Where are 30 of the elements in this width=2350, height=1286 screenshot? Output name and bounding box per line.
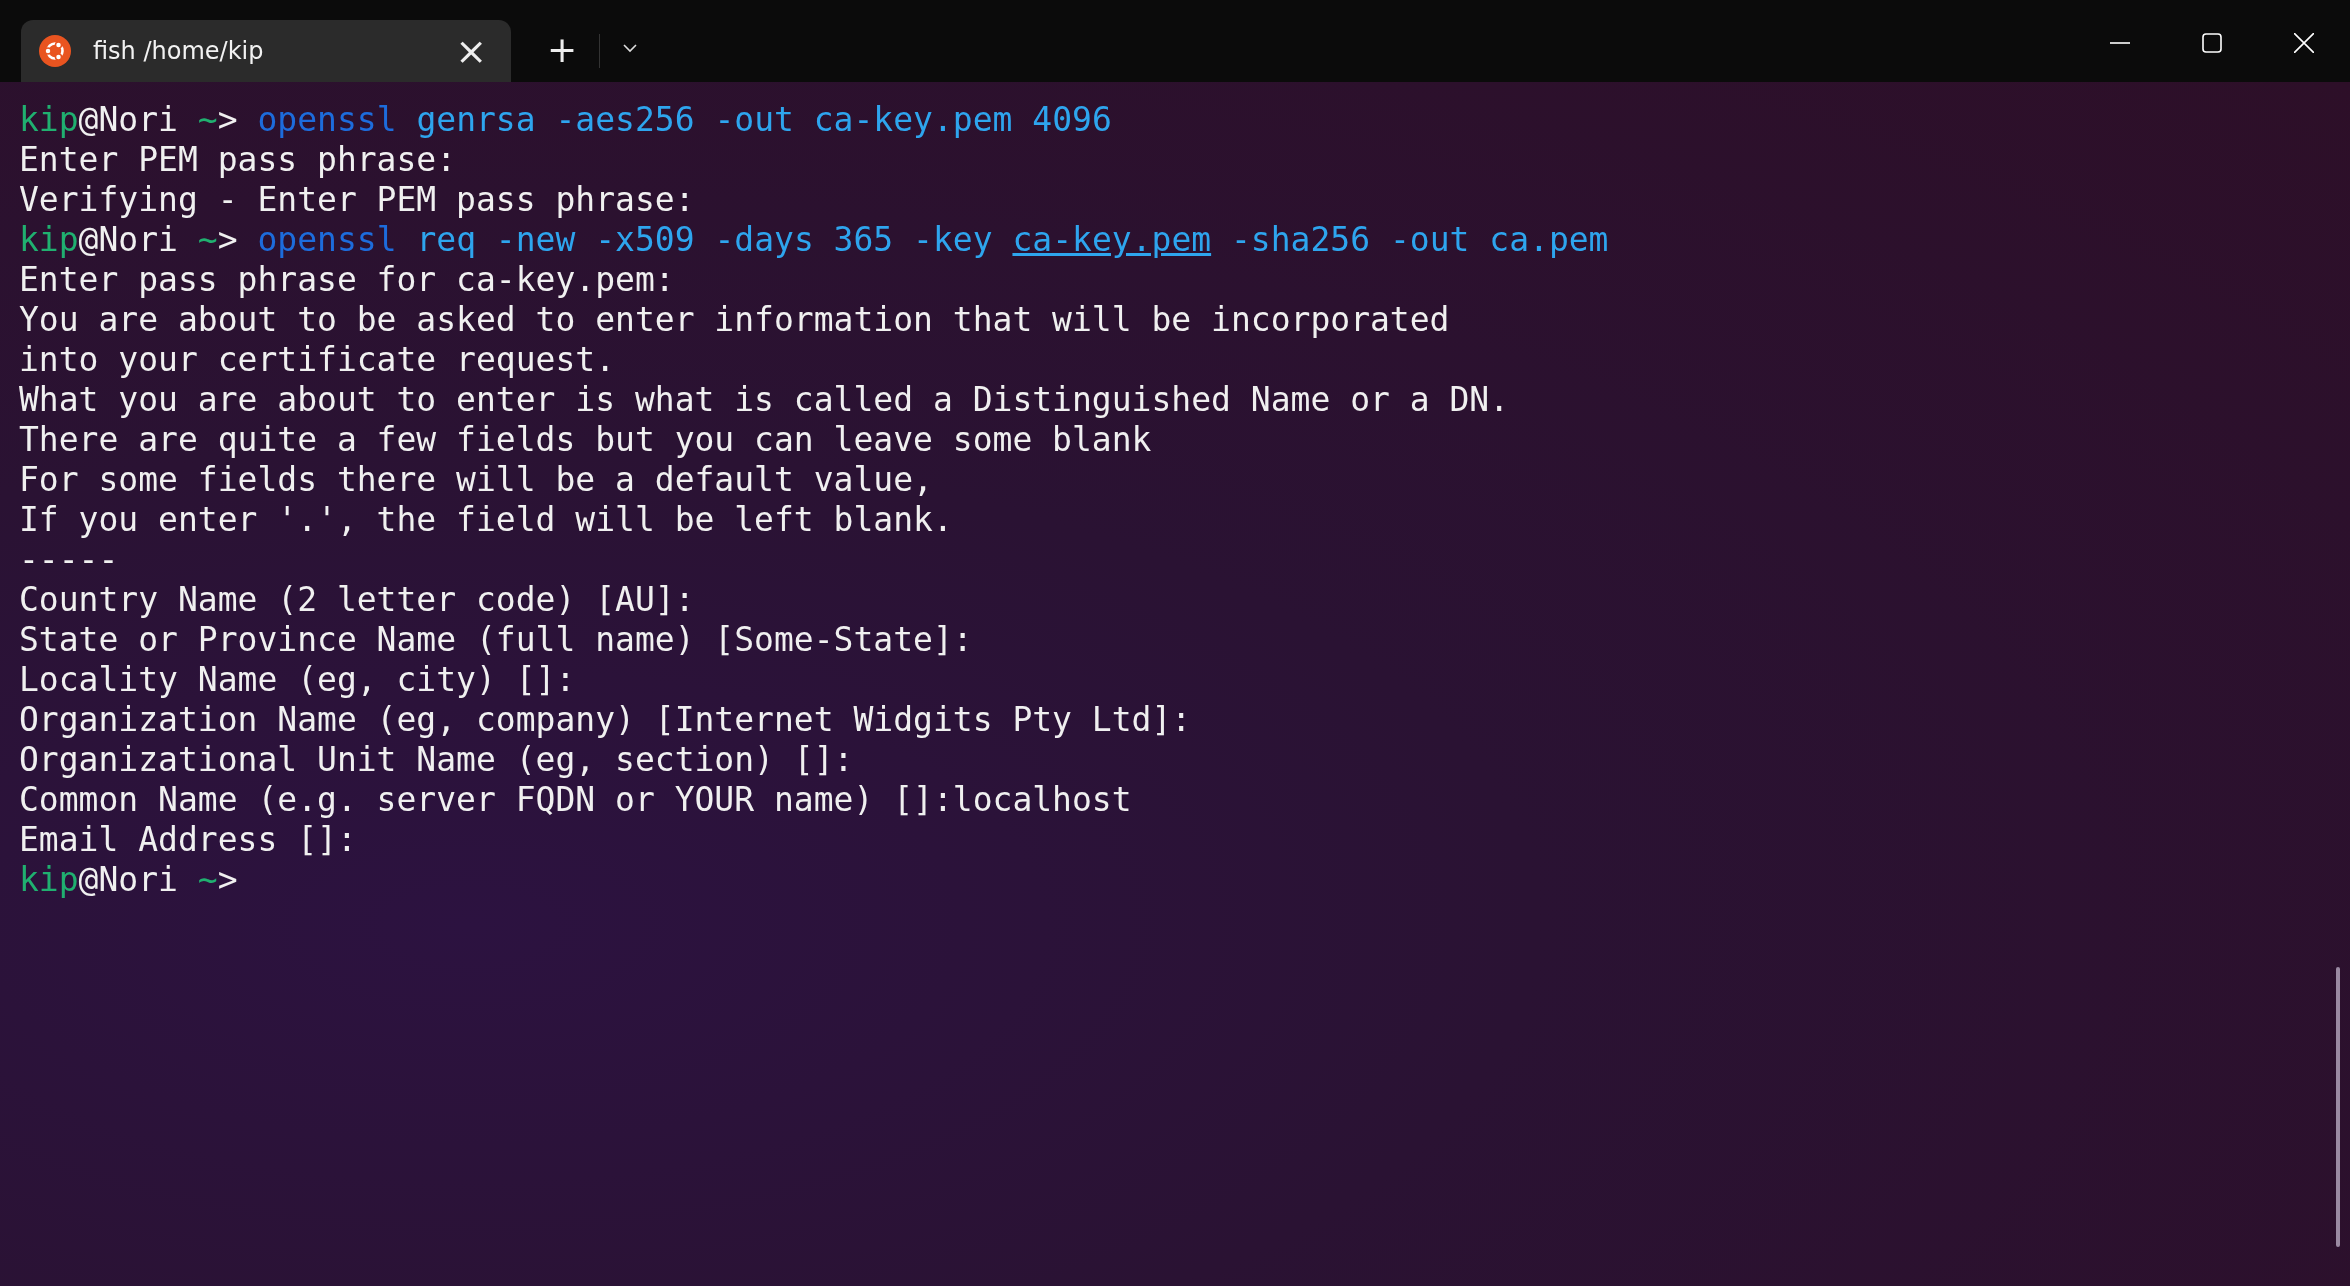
terminal-line: kip@Nori ~> openssl req -new -x509 -days 365 -key ca-key.pem -sha256 -out ca.pem (19, 220, 1609, 260)
file-link[interactable]: ca-key.pem (1012, 220, 1212, 259)
terminal-line: For some fields there will be a default value, (19, 460, 933, 500)
terminal-line: Country Name (2 letter code) [AU]: (19, 580, 695, 620)
terminal-line: Enter PEM pass phrase: (19, 140, 457, 180)
scrollbar-thumb[interactable] (2336, 967, 2340, 1247)
terminal-line: Locality Name (eg, city) []: (19, 660, 576, 700)
close-tab-button[interactable]: × (449, 32, 493, 70)
terminal-line: Email Address []: (19, 820, 357, 860)
terminal-line: There are quite a few fields but you can leave some blank (19, 420, 1152, 460)
terminal-line: Organizational Unit Name (eg, section) []: (19, 740, 854, 780)
terminal-line: State or Province Name (full name) [Some-State]: (19, 620, 973, 660)
terminal-line: into your certificate request. (19, 340, 616, 380)
terminal-line: Common Name (e.g. server FQDN or YOUR name) []:localhost (19, 780, 1132, 820)
terminal-line: Enter pass phrase for ca-key.pem: (19, 260, 675, 300)
terminal-line: If you enter '.', the field will be left blank. (19, 500, 953, 540)
new-tab-button[interactable]: + (535, 29, 590, 70)
terminal-line: Verifying - Enter PEM pass phrase: (19, 180, 695, 220)
maximize-icon (2202, 33, 2222, 53)
ubuntu-logo-icon (39, 35, 71, 67)
close-icon (2294, 33, 2314, 53)
terminal-line: What you are about to enter is what is called a Distinguished Name or a DN. (19, 380, 1510, 420)
terminal-line: Organization Name (eg, company) [Internet Widgits Pty Ltd]: (19, 700, 1192, 740)
terminal-line: You are about to be asked to enter information that will be incorporated (19, 300, 1450, 340)
minimize-icon (2110, 42, 2130, 44)
terminal-line: kip@Nori ~> openssl genrsa -aes256 -out ca-key.pem 4096 (19, 100, 1112, 140)
chevron-down-icon (622, 43, 639, 53)
terminal-tab[interactable]: fish /home/kip × (21, 20, 511, 82)
terminal-line: kip@Nori ~> (19, 860, 238, 900)
terminal-line: ----- (19, 540, 119, 580)
